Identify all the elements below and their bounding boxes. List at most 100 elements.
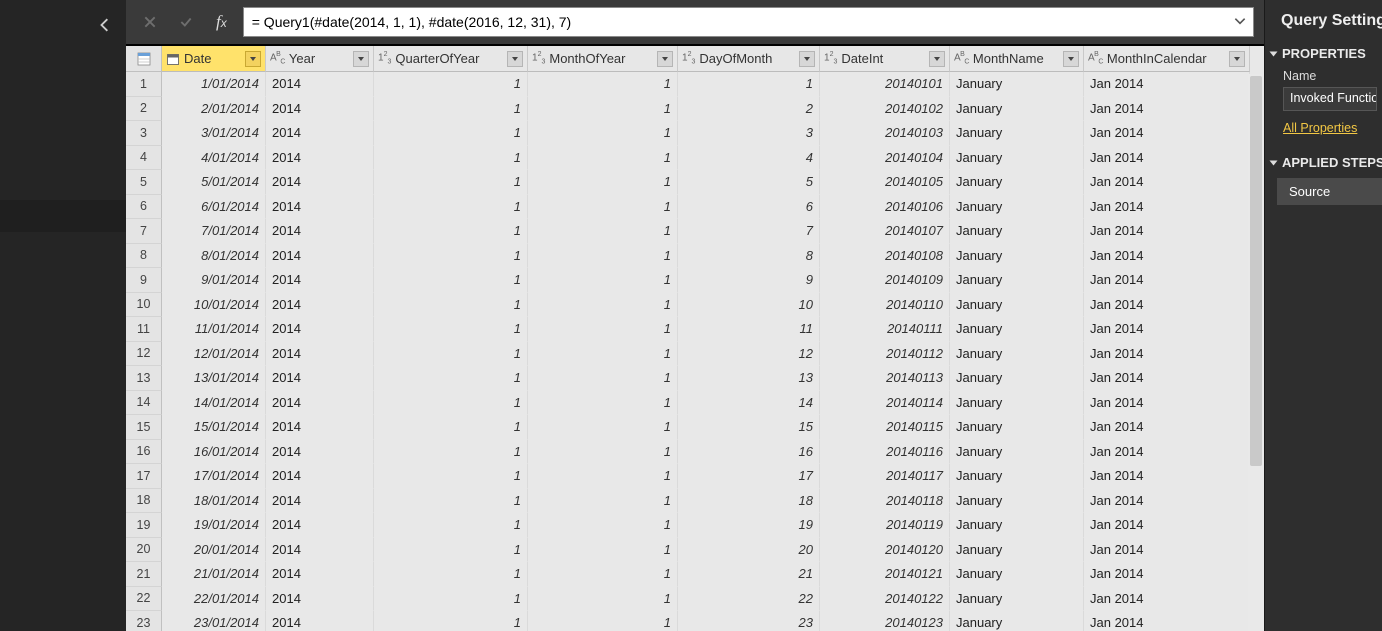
column-filter-button[interactable] <box>1063 51 1079 67</box>
cell[interactable]: 13/01/2014 <box>162 366 266 391</box>
row-header[interactable]: 13 <box>126 366 162 391</box>
cell[interactable]: 2014 <box>266 244 374 269</box>
cell[interactable]: 3 <box>678 121 820 146</box>
column-header-monthincalendar[interactable]: ABCMonthInCalendar <box>1084 46 1250 72</box>
cell[interactable]: 2014 <box>266 268 374 293</box>
row-header[interactable]: 6 <box>126 195 162 220</box>
cell[interactable]: Jan 2014 <box>1084 342 1250 367</box>
cell[interactable]: 20140118 <box>820 489 950 514</box>
column-header-dayofmonth[interactable]: 123DayOfMonth <box>678 46 820 72</box>
cell[interactable]: Jan 2014 <box>1084 244 1250 269</box>
column-header-date[interactable]: Date <box>162 46 266 72</box>
formula-input[interactable]: = Query1(#date(2014, 1, 1), #date(2016, … <box>243 7 1254 37</box>
cell[interactable]: 14/01/2014 <box>162 391 266 416</box>
cell[interactable]: 14 <box>678 391 820 416</box>
cell[interactable]: 12/01/2014 <box>162 342 266 367</box>
row-header[interactable]: 12 <box>126 342 162 367</box>
cell[interactable]: 20140104 <box>820 146 950 171</box>
cell[interactable]: 20140117 <box>820 464 950 489</box>
column-header-dateint[interactable]: 123DateInt <box>820 46 950 72</box>
cell[interactable]: Jan 2014 <box>1084 415 1250 440</box>
row-header[interactable]: 18 <box>126 489 162 514</box>
cell[interactable]: Jan 2014 <box>1084 587 1250 612</box>
cell[interactable]: Jan 2014 <box>1084 146 1250 171</box>
cell[interactable]: 2014 <box>266 415 374 440</box>
cell[interactable]: 20140105 <box>820 170 950 195</box>
cell[interactable]: 4/01/2014 <box>162 146 266 171</box>
row-header[interactable]: 22 <box>126 587 162 612</box>
cell[interactable]: 10 <box>678 293 820 318</box>
cell[interactable]: 20140109 <box>820 268 950 293</box>
cell[interactable]: 1 <box>528 440 678 465</box>
column-filter-button[interactable] <box>245 51 261 67</box>
cell[interactable]: 2014 <box>266 611 374 631</box>
cell[interactable]: Jan 2014 <box>1084 391 1250 416</box>
row-header[interactable]: 8 <box>126 244 162 269</box>
cell[interactable]: 16 <box>678 440 820 465</box>
cell[interactable]: 1 <box>374 170 528 195</box>
cell[interactable]: 1 <box>528 293 678 318</box>
cell[interactable]: Jan 2014 <box>1084 293 1250 318</box>
cell[interactable]: 17 <box>678 464 820 489</box>
cell[interactable]: 1 <box>374 587 528 612</box>
cell[interactable]: 2014 <box>266 489 374 514</box>
row-header[interactable]: 20 <box>126 538 162 563</box>
cell[interactable]: 19 <box>678 513 820 538</box>
cell[interactable]: January <box>950 97 1084 122</box>
column-filter-button[interactable] <box>1229 51 1245 67</box>
all-properties-link[interactable]: All Properties <box>1265 119 1382 149</box>
column-filter-button[interactable] <box>657 51 673 67</box>
cell[interactable]: Jan 2014 <box>1084 97 1250 122</box>
row-header[interactable]: 17 <box>126 464 162 489</box>
cell[interactable]: January <box>950 268 1084 293</box>
row-header[interactable]: 21 <box>126 562 162 587</box>
row-header[interactable]: 10 <box>126 293 162 318</box>
cell[interactable]: 1 <box>374 219 528 244</box>
cell[interactable]: January <box>950 587 1084 612</box>
row-header[interactable]: 1 <box>126 72 162 97</box>
cell[interactable]: 1 <box>374 513 528 538</box>
cell[interactable]: 2014 <box>266 366 374 391</box>
cell[interactable]: 3/01/2014 <box>162 121 266 146</box>
cell[interactable]: January <box>950 611 1084 631</box>
cell[interactable]: 22/01/2014 <box>162 587 266 612</box>
cell[interactable]: 2014 <box>266 464 374 489</box>
formula-expand-button[interactable] <box>1233 14 1247 31</box>
row-header[interactable]: 16 <box>126 440 162 465</box>
column-header-year[interactable]: ABCYear <box>266 46 374 72</box>
column-filter-button[interactable] <box>353 51 369 67</box>
cell[interactable]: 1 <box>528 268 678 293</box>
cell[interactable]: 20140120 <box>820 538 950 563</box>
cell[interactable]: 20140119 <box>820 513 950 538</box>
cell[interactable]: 18/01/2014 <box>162 489 266 514</box>
cell[interactable]: 1 <box>678 72 820 97</box>
properties-section-header[interactable]: PROPERTIES <box>1265 40 1382 67</box>
cell[interactable]: 15/01/2014 <box>162 415 266 440</box>
cell[interactable]: 2014 <box>266 97 374 122</box>
cell[interactable]: 1 <box>528 587 678 612</box>
cell[interactable]: Jan 2014 <box>1084 72 1250 97</box>
cell[interactable]: 6 <box>678 195 820 220</box>
cell[interactable]: 1 <box>528 611 678 631</box>
cell[interactable]: 20140101 <box>820 72 950 97</box>
cell[interactable]: January <box>950 464 1084 489</box>
cell[interactable]: Jan 2014 <box>1084 489 1250 514</box>
cell[interactable]: 1 <box>374 440 528 465</box>
cell[interactable]: 1 <box>528 538 678 563</box>
column-filter-button[interactable] <box>799 51 815 67</box>
cell[interactable]: 1 <box>374 538 528 563</box>
cell[interactable]: January <box>950 219 1084 244</box>
cell[interactable]: Jan 2014 <box>1084 513 1250 538</box>
cell[interactable]: January <box>950 146 1084 171</box>
cell[interactable]: 20 <box>678 538 820 563</box>
cell[interactable]: 2014 <box>266 121 374 146</box>
cell[interactable]: 1 <box>374 317 528 342</box>
cell[interactable]: 20140113 <box>820 366 950 391</box>
cell[interactable]: 1 <box>374 415 528 440</box>
cell[interactable]: Jan 2014 <box>1084 562 1250 587</box>
cell[interactable]: 1 <box>528 170 678 195</box>
cell[interactable]: 1 <box>374 121 528 146</box>
applied-steps-section-header[interactable]: APPLIED STEPS <box>1265 149 1382 176</box>
cell[interactable]: Jan 2014 <box>1084 440 1250 465</box>
row-header[interactable]: 15 <box>126 415 162 440</box>
